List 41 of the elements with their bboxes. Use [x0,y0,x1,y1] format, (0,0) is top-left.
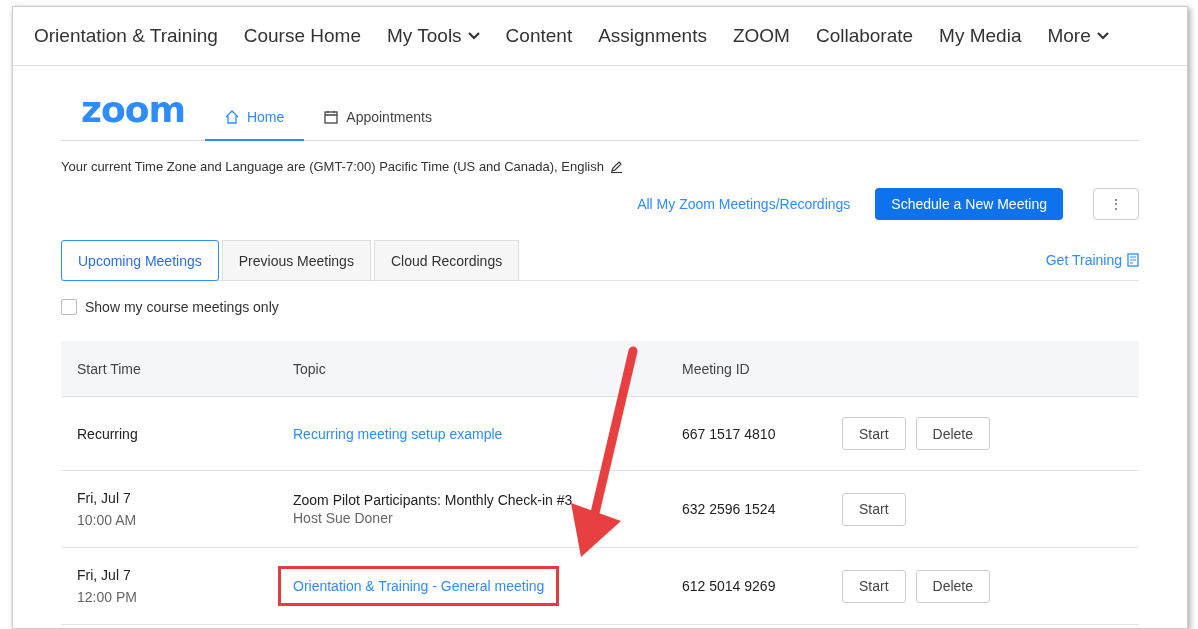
column-header: Meeting ID [682,360,751,377]
schedule-meeting-button[interactable]: Schedule a New Meeting [875,188,1063,220]
start-time: 10:00 AM [77,512,138,528]
column-header: Topic [293,360,327,377]
start-time: 12:00 PM [77,589,138,605]
header-tab[interactable]: Appointments [304,109,452,141]
checkbox[interactable] [61,299,77,315]
meeting-action-button[interactable]: Delete [915,417,991,450]
checkbox-label: Show my course meetings only [85,299,279,315]
column-header: Start Time [77,360,142,377]
meeting-action-button[interactable]: Delete [915,569,991,603]
nav-link[interactable]: Collaborate [815,25,914,47]
start-date: Fri, Jul 7 [77,490,132,506]
meetings-tab[interactable]: Upcoming Meetings [61,240,219,281]
meetings-tab[interactable]: Previous Meetings [221,240,371,281]
nav-link[interactable]: Content [505,25,573,47]
home-icon [224,110,239,124]
timezone-note: Your current Time Zone and Language are (GMT-7:00) Pacific Time (US and Canada), English [61,159,604,174]
meeting-id: 667 1517 4810 [682,425,777,442]
start-date: Recurring [77,425,139,442]
meeting-action-button[interactable]: Start [842,492,906,526]
pencil-icon[interactable] [609,160,623,173]
calendar-icon [324,110,339,124]
meeting-id: 612 5014 9269 [682,578,777,594]
nav-link[interactable]: Course Home [243,25,361,47]
nav-link[interactable]: ZOOM [732,25,790,47]
nav-link[interactable]: Assignments [598,25,707,47]
nav-link[interactable]: More [1047,25,1109,47]
document-icon [1127,253,1139,267]
meeting-action-button[interactable]: Start [842,569,906,603]
meeting-id: 632 2596 1524 [682,501,777,517]
meeting-host: Host Sue Doner [293,510,393,526]
zoom-logo: zoom [80,89,186,132]
meeting-topic: Zoom Pilot Participants: Monthly Check-in #3 [293,492,573,508]
meeting-action-button[interactable]: Start [842,417,906,450]
more-options-button[interactable]: ⋮ [1093,188,1139,220]
meetings-tab[interactable]: Cloud Recordings [373,240,520,281]
start-date: Fri, Jul 7 [77,567,132,583]
nav-link[interactable]: Orientation & Training [34,25,218,47]
nav-link[interactable]: My Media [939,25,1022,47]
nav-link[interactable]: My Tools [387,25,480,47]
